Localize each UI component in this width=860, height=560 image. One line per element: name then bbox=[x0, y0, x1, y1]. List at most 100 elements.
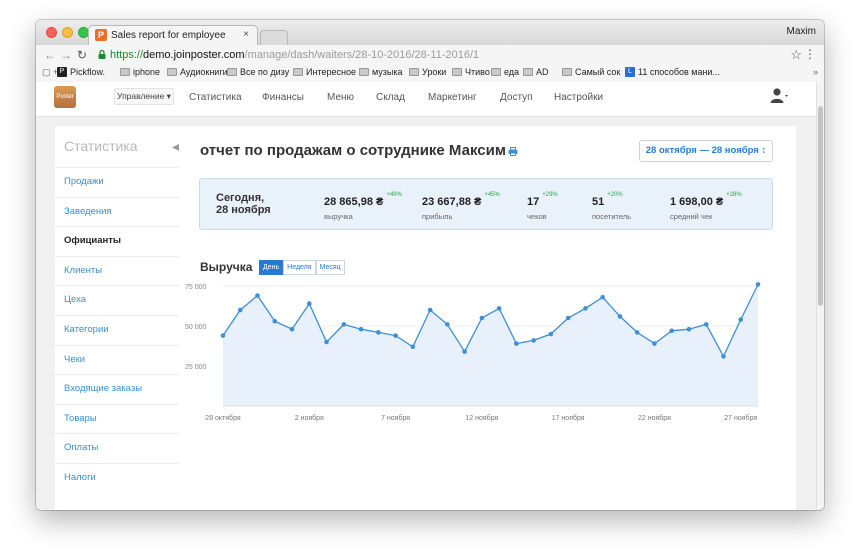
date-range-picker[interactable]: 28 октября — 28 ноября ↕ bbox=[639, 140, 773, 162]
today-metric: 28 865,98 ₴+49% выручка bbox=[324, 192, 402, 221]
sidebar-item[interactable]: Входящие заказы bbox=[55, 374, 179, 403]
sidebar-item[interactable]: Налоги bbox=[55, 463, 179, 492]
folder-icon bbox=[167, 68, 177, 76]
sidebar-item[interactable]: Оплаты bbox=[55, 433, 179, 462]
bookmark-item[interactable]: Все по дизу bbox=[227, 67, 289, 77]
close-window-button[interactable] bbox=[46, 27, 57, 38]
today-summary: Сегодня, 28 ноября 28 865,98 ₴+49% выручка… bbox=[199, 178, 773, 230]
back-arrow-icon[interactable]: ← bbox=[44, 48, 56, 62]
bookmark-item[interactable]: Аудиокниги bbox=[167, 67, 228, 77]
x-tick-label: 12 ноября bbox=[465, 414, 498, 422]
nav-warehouse[interactable]: Склад bbox=[376, 92, 405, 103]
browser-menu-icon[interactable]: ⋮ bbox=[804, 47, 816, 61]
page-viewport: Poster Управление ▾ Статистика Финансы М… bbox=[36, 82, 816, 510]
poster-logo[interactable]: Poster bbox=[54, 86, 76, 108]
nav-marketing[interactable]: Маркетинг bbox=[428, 92, 477, 103]
data-point bbox=[376, 330, 381, 335]
data-point bbox=[289, 326, 295, 332]
nav-settings[interactable]: Настройки bbox=[554, 92, 603, 103]
sidebar-title: Статистика bbox=[64, 138, 138, 154]
x-tick-label: 27 ноября bbox=[724, 414, 757, 422]
sidebar-item[interactable]: Официанты bbox=[55, 226, 179, 255]
folder-icon bbox=[359, 68, 369, 76]
metric-label: средний чек bbox=[670, 212, 713, 221]
browser-window: P Sales report for employee Den × Maxim … bbox=[36, 20, 824, 510]
app-header: Poster Управление ▾ Статистика Финансы М… bbox=[36, 82, 816, 117]
lock-icon bbox=[98, 50, 106, 59]
sidebar-item[interactable]: Цеха bbox=[55, 285, 179, 314]
today-metric: 17+29% чеков bbox=[527, 192, 558, 221]
data-point bbox=[531, 338, 536, 343]
title-bar: P Sales report for employee Den × Maxim bbox=[36, 20, 824, 45]
data-point bbox=[721, 354, 726, 359]
url-path: /manage/dash/waiters/28-10-2016/28-11-20… bbox=[244, 49, 480, 61]
sidebar-item[interactable]: Заведения bbox=[55, 196, 179, 226]
new-tab-button[interactable] bbox=[260, 30, 288, 45]
data-point bbox=[496, 306, 502, 311]
sidebar-item[interactable]: Товары bbox=[55, 403, 179, 433]
bookmark-item[interactable]: еда bbox=[491, 67, 519, 77]
folder-icon bbox=[523, 68, 533, 76]
scrollbar-thumb[interactable] bbox=[818, 106, 823, 306]
bookmark-star-icon[interactable]: ☆ bbox=[790, 47, 802, 63]
metric-value: 28 865,98 ₴ bbox=[324, 196, 384, 208]
sidebar-item[interactable]: Категории bbox=[55, 315, 179, 344]
url-input[interactable]: https://demo.joinposter.com/manage/dash/… bbox=[110, 49, 479, 61]
tab-close-icon[interactable]: × bbox=[243, 29, 249, 40]
bookmark-label: музыка bbox=[372, 67, 403, 77]
bookmark-label: Уроки bbox=[422, 67, 447, 77]
period-button[interactable]: Месяц bbox=[315, 260, 345, 275]
data-point bbox=[652, 341, 657, 346]
nav-statistics[interactable]: Статистика bbox=[189, 92, 242, 103]
user-icon[interactable] bbox=[770, 87, 788, 105]
bookmark-item[interactable]: L 11 способов мани... bbox=[625, 67, 720, 77]
nav-access[interactable]: Доступ bbox=[500, 92, 533, 103]
bookmark-item[interactable]: музыка bbox=[359, 67, 403, 77]
bookmark-item[interactable]: Чтиво bbox=[452, 67, 490, 77]
browser-tab[interactable]: P Sales report for employee Den × bbox=[88, 25, 258, 45]
scrollbar[interactable] bbox=[816, 82, 824, 510]
apps-icon[interactable]: ▢ + bbox=[42, 67, 58, 78]
period-button[interactable]: Неделя bbox=[283, 260, 316, 275]
sidebar-item[interactable]: Чеки bbox=[55, 344, 179, 374]
bookmarks-bar: ▢ + » P Pickflow. iphone Аудиокниги Все по д… bbox=[36, 65, 824, 83]
data-point bbox=[634, 330, 640, 335]
page-title: отчет по продажам о сотруднике Максим bbox=[200, 142, 506, 159]
profile-name[interactable]: Maxim bbox=[787, 26, 816, 37]
today-metric: 51+20% посетитель bbox=[592, 192, 631, 221]
bookmark-item[interactable]: AD bbox=[523, 67, 549, 77]
bookmark-label: еда bbox=[504, 67, 520, 77]
print-icon[interactable] bbox=[508, 147, 518, 156]
nav-menu[interactable]: Меню bbox=[327, 92, 354, 103]
period-button[interactable]: День bbox=[259, 260, 284, 275]
minimize-window-button[interactable] bbox=[62, 27, 73, 38]
bookmark-item[interactable]: Самый сок bbox=[562, 67, 620, 77]
data-point bbox=[703, 322, 709, 327]
revenue-area bbox=[223, 284, 758, 406]
folder-icon bbox=[562, 68, 572, 76]
data-point bbox=[255, 293, 260, 298]
chart-title: Выручка bbox=[200, 260, 253, 274]
folder-icon bbox=[491, 68, 501, 76]
bookmark-label: AD bbox=[536, 67, 549, 77]
management-dropdown[interactable]: Управление ▾ bbox=[114, 88, 174, 105]
metric-change: +28% bbox=[726, 192, 742, 198]
sidebar-item[interactable]: Клиенты bbox=[55, 255, 179, 285]
bookmarks-more-icon[interactable]: » bbox=[813, 67, 818, 77]
x-tick-label: 2 ноября bbox=[295, 414, 324, 422]
data-point bbox=[755, 282, 761, 287]
data-point bbox=[220, 333, 226, 338]
pickflow-favicon-icon: P bbox=[57, 67, 67, 77]
sidebar-item[interactable]: Продажи bbox=[55, 167, 179, 196]
data-point bbox=[237, 307, 243, 313]
reload-icon[interactable]: ↻ bbox=[77, 48, 87, 62]
metric-label: чеков bbox=[527, 212, 547, 221]
nav-finance[interactable]: Финансы bbox=[262, 92, 304, 103]
bookmark-item[interactable]: Интересное bbox=[293, 67, 356, 77]
bookmark-item[interactable]: iphone bbox=[120, 67, 160, 77]
forward-arrow-icon[interactable]: → bbox=[60, 48, 72, 62]
bookmark-item[interactable]: P Pickflow. bbox=[57, 67, 105, 77]
bookmark-item[interactable]: Уроки bbox=[409, 67, 446, 77]
folder-icon bbox=[227, 68, 237, 76]
today-metric: 1 698,00 ₴+28% средний чек bbox=[670, 192, 742, 221]
